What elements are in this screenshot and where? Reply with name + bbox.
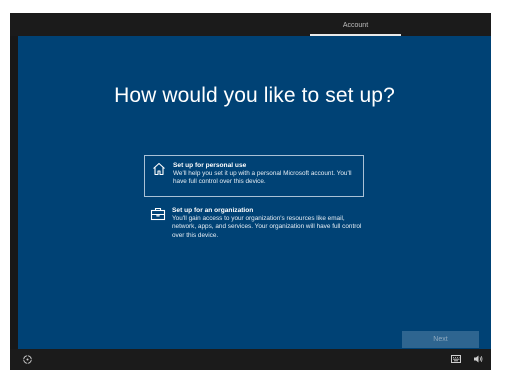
- option-personal-use[interactable]: Set up for personal use We'll help you s…: [144, 155, 364, 197]
- home-icon: [153, 162, 165, 176]
- briefcase-icon: [150, 207, 166, 221]
- option-description: You'll gain access to your organization'…: [172, 215, 362, 239]
- option-text: Set up for personal use We'll help you s…: [173, 162, 363, 187]
- option-description: We'll help you set it up with a personal…: [173, 170, 352, 186]
- tab-account-label: Account: [342, 22, 369, 29]
- volume-icon[interactable]: [473, 354, 483, 364]
- page-title: How would you like to set up?: [114, 84, 395, 107]
- option-title: Set up for personal use: [173, 162, 247, 169]
- option-organization[interactable]: Set up for an organization You'll gain a…: [144, 201, 364, 243]
- tab-account[interactable]: Account: [310, 13, 401, 36]
- setup-content: How would you like to set up? Set up for…: [18, 36, 491, 360]
- bottom-bar: [10, 349, 491, 370]
- next-button[interactable]: Next: [402, 331, 479, 348]
- option-title: Set up for an organization: [172, 207, 254, 214]
- top-bar: Account: [10, 13, 491, 36]
- keyboard-icon[interactable]: [451, 355, 461, 363]
- ease-of-access-icon[interactable]: [22, 354, 33, 365]
- option-text: Set up for an organization You'll gain a…: [172, 207, 362, 240]
- setup-window: Account How would you like to set up? Se…: [10, 13, 491, 370]
